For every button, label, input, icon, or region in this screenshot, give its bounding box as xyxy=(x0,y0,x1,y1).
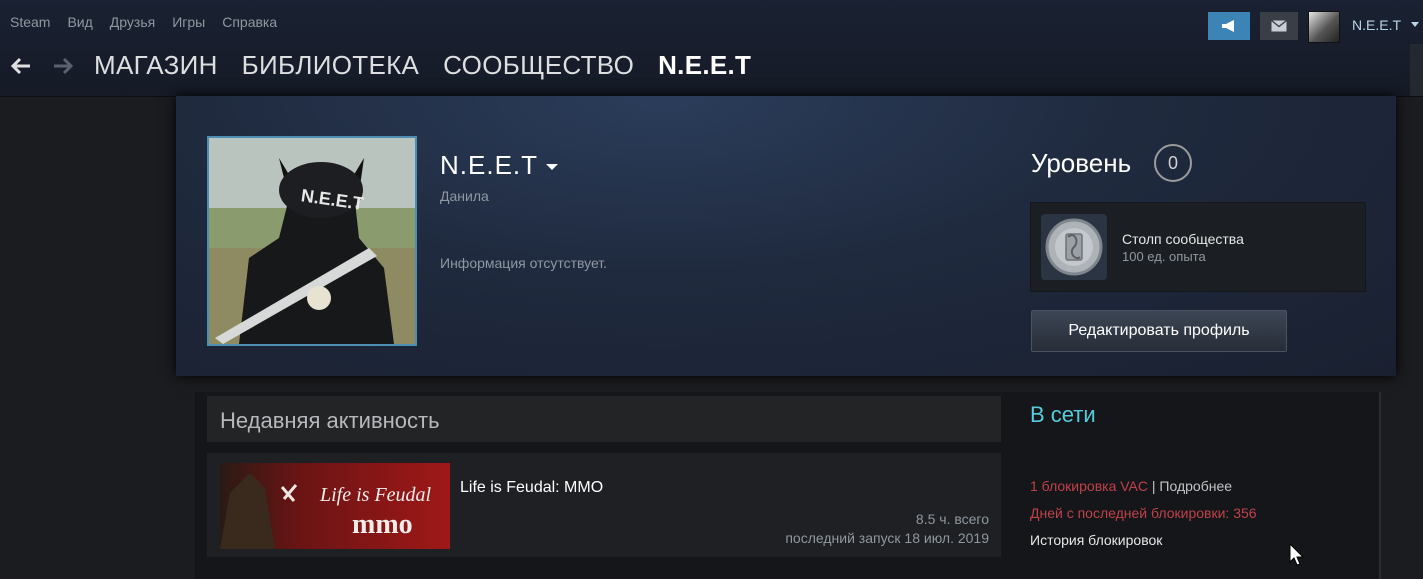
level-label: Уровень xyxy=(1031,148,1132,178)
game-logo-line2: mmo xyxy=(352,509,413,540)
badge-name: Столп сообщества xyxy=(1122,231,1244,247)
back-arrow-icon[interactable] xyxy=(10,51,32,81)
notifications-button[interactable] xyxy=(1260,12,1298,40)
featured-badge[interactable]: Столп сообщества 100 ед. опыта xyxy=(1030,202,1366,292)
profile-summary: Информация отсутствует. xyxy=(440,255,608,271)
recent-activity-header: Недавняя активность xyxy=(207,396,1001,442)
announcements-button[interactable] xyxy=(1208,12,1250,40)
main-nav: МАГАЗИН БИБЛИОТЕКА СООБЩЕСТВО N.E.E.T xyxy=(10,50,775,81)
game-name[interactable]: Life is Feudal: MMO xyxy=(460,479,603,497)
menu-help[interactable]: Справка xyxy=(222,14,277,30)
edit-profile-button[interactable]: Редактировать профиль xyxy=(1031,310,1287,352)
tab-library[interactable]: БИБЛИОТЕКА xyxy=(242,50,420,81)
tab-profile[interactable]: N.E.E.T xyxy=(658,50,751,81)
badge-xp: 100 ед. опыта xyxy=(1122,249,1206,264)
menu-view[interactable]: Вид xyxy=(67,14,92,30)
account-name[interactable]: N.E.E.T xyxy=(1352,17,1401,33)
persona-name[interactable]: N.E.E.T xyxy=(440,150,559,181)
menu-friends[interactable]: Друзья xyxy=(110,14,155,30)
days-since-ban: Дней с последней блокировки: 356 xyxy=(1030,505,1257,521)
vac-ban-count: 1 блокировка VAC xyxy=(1030,478,1148,494)
profile-avatar: N.E.E.T xyxy=(207,136,417,346)
persona-dropdown-icon[interactable] xyxy=(546,164,559,171)
menu-steam[interactable]: Steam xyxy=(10,14,50,30)
profile-header: N.E.E.T N.E.E.T Данила Информация отсутс… xyxy=(176,96,1396,376)
tab-store[interactable]: МАГАЗИН xyxy=(94,50,218,81)
online-status: В сети xyxy=(1030,402,1096,427)
recent-activity-title: Недавняя активность xyxy=(220,408,440,433)
game-capsule-image[interactable]: Life is Feudal mmo xyxy=(220,463,450,549)
scrollbar[interactable] xyxy=(1410,44,1423,96)
level-value: 0 xyxy=(1167,152,1178,173)
menu-bar: Steam Вид Друзья Игры Справка xyxy=(10,14,294,30)
tab-community[interactable]: СООБЩЕСТВО xyxy=(443,50,634,81)
mouse-cursor-icon xyxy=(1289,542,1305,572)
envelope-icon xyxy=(1271,20,1287,32)
menu-games[interactable]: Игры xyxy=(172,14,205,30)
game-last-played: последний запуск 18 июл. 2019 xyxy=(785,530,989,546)
game-logo-line1: Life is Feudal xyxy=(319,484,432,506)
level-badge[interactable]: 0 xyxy=(1154,144,1192,182)
vac-ban-line: 1 блокировка VAC | Подробнее xyxy=(1030,478,1232,494)
user-avatar-small[interactable] xyxy=(1308,11,1340,43)
profile-content: Недавняя активность Life is Feudal mmo L… xyxy=(195,392,1379,579)
vac-separator: | xyxy=(1148,478,1160,494)
real-name: Данила xyxy=(440,188,489,204)
steam-titlebar: Steam Вид Друзья Игры Справка МАГАЗИН БИ… xyxy=(0,0,1423,97)
vac-details-link[interactable]: Подробнее xyxy=(1159,478,1232,494)
megaphone-icon xyxy=(1222,20,1234,32)
game-hours: 8.5 ч. всего xyxy=(915,511,989,527)
recent-game-row: Life is Feudal mmo Life is Feudal: MMO 8… xyxy=(207,453,1001,557)
content-divider xyxy=(1379,392,1381,579)
pillar-badge-icon xyxy=(1041,214,1107,280)
account-dropdown-icon[interactable] xyxy=(1411,22,1419,27)
persona-name-text: N.E.E.T xyxy=(440,150,539,180)
ban-history-link[interactable]: История блокировок xyxy=(1030,532,1162,548)
forward-arrow-icon[interactable] xyxy=(52,51,74,81)
